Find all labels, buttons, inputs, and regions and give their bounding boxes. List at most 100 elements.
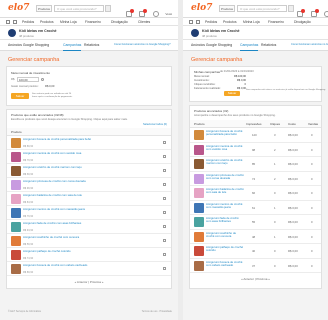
product-checkbox[interactable] — [163, 141, 166, 144]
product-title[interactable]: Amigurumi ursinho de crochê marrom com l… — [23, 165, 113, 169]
save-button[interactable]: Salvar — [224, 91, 240, 96]
product-checkbox[interactable] — [163, 183, 166, 186]
nav-divulgacao[interactable]: Divulgação — [294, 18, 311, 26]
nav-pedidos[interactable]: Pedidos — [205, 18, 217, 26]
table-row[interactable]: Amigurumi menina de crochê com vestido r… — [7, 150, 171, 164]
table-row[interactable]: Amigurumi menino de crochê com macacão j… — [7, 206, 171, 220]
product-thumbnail[interactable] — [11, 250, 21, 260]
tab-campanhas[interactable]: Campanhas — [240, 40, 259, 51]
save-button[interactable]: Salvar — [11, 93, 29, 99]
tab-campanhas[interactable]: Campanhas — [63, 40, 82, 51]
product-title[interactable]: Amigurumi princesa de crochê com coroa d… — [206, 173, 244, 181]
nav-pedidos[interactable]: Pedidos — [22, 18, 34, 26]
elo7-logo[interactable]: elo7 — [8, 3, 29, 13]
footer-right[interactable]: Termos de uso · Privacidade — [142, 310, 172, 313]
product-thumbnail[interactable] — [11, 264, 21, 274]
avatar[interactable] — [324, 10, 328, 17]
table-row[interactable]: Amigurumi menino de crochê com macacão j… — [190, 201, 321, 215]
product-checkbox[interactable] — [163, 253, 166, 256]
product-thumbnail[interactable] — [11, 138, 21, 148]
product-thumbnail[interactable] — [11, 166, 21, 176]
product-title[interactable]: Amigurumi boneca de crochê personalizada… — [206, 129, 244, 137]
product-thumbnail[interactable] — [194, 159, 204, 169]
nav-clientes[interactable]: Clientes — [138, 18, 150, 26]
product-thumbnail[interactable] — [11, 222, 21, 232]
product-thumbnail[interactable] — [194, 188, 204, 198]
product-thumbnail[interactable] — [11, 180, 21, 190]
product-title[interactable]: Amigurumi coelhinho de crochê com cenour… — [23, 235, 113, 239]
product-title[interactable]: Amigurumi bailarina de crochê com saia d… — [23, 193, 113, 197]
table-row[interactable]: Amigurumi princesa de crochê com coroa d… — [190, 172, 321, 186]
product-title[interactable]: Amigurumi menino de crochê com macacão j… — [23, 207, 113, 211]
product-checkbox[interactable] — [163, 239, 166, 242]
tab-google-shopping[interactable]: Anúncios Google Shopping — [8, 40, 49, 51]
table-row[interactable]: Amigurumi coelhinho de crochê com cenour… — [7, 234, 171, 248]
heart-icon[interactable] — [310, 8, 319, 17]
product-title[interactable]: Amigurumi menina de crochê com vestido r… — [206, 144, 244, 152]
nav-financeiro[interactable]: Financeiro — [268, 18, 284, 26]
col-sales[interactable]: Vendas — [308, 120, 318, 128]
heart-icon[interactable] — [139, 8, 148, 17]
table-row[interactable]: Amigurumi fada de crochê com asas brilha… — [7, 220, 171, 234]
search-input[interactable]: O que você está procurando? — [54, 5, 104, 12]
product-thumbnail[interactable] — [194, 260, 204, 271]
table-row[interactable]: Amigurumi menina de crochê com vestido r… — [190, 143, 321, 157]
table-row[interactable]: Amigurumi boneca de crochê com cabelo ca… — [7, 262, 171, 276]
tab-relatorios[interactable]: Relatórios — [84, 40, 99, 51]
pagination[interactable]: « Anterior | Próxima » — [190, 273, 321, 285]
product-thumbnail[interactable] — [194, 202, 204, 213]
product-thumbnail[interactable] — [194, 173, 204, 184]
table-row[interactable]: Amigurumi boneca de crochê com cabelo ca… — [190, 259, 321, 273]
nav-divulgacao[interactable]: Divulgação — [111, 18, 128, 26]
product-thumbnail[interactable] — [194, 130, 204, 140]
product-title[interactable]: Amigurumi coelhinho de crochê com cenour… — [206, 231, 244, 239]
help-link[interactable]: Como funcionam anúncios no Google Shoppi… — [291, 40, 328, 50]
search-input[interactable]: O que você está procurando? — [237, 5, 287, 12]
product-title[interactable]: Amigurumi princesa de crochê com coroa d… — [23, 179, 113, 183]
product-checkbox[interactable] — [163, 197, 166, 200]
tab-google-shopping[interactable]: Anúncios Google Shopping — [191, 40, 232, 51]
nav-minha-loja[interactable]: Minha Loja — [60, 18, 77, 26]
product-title[interactable]: Amigurumi menino de crochê com macacão j… — [206, 202, 244, 210]
select-all[interactable]: Selecionar todos (0) — [7, 121, 171, 128]
product-checkbox[interactable] — [163, 267, 166, 270]
product-title[interactable]: Amigurumi palhaço de crochê colorido — [206, 245, 244, 253]
product-title[interactable]: Amigurumi boneca de crochê personalizada… — [23, 137, 113, 141]
store-name[interactable]: Kidi Ideias em Crochê — [19, 29, 57, 33]
table-row[interactable]: Amigurumi ursinho de crochê marrom com l… — [7, 164, 171, 178]
product-checkbox[interactable] — [163, 211, 166, 214]
product-thumbnail[interactable] — [194, 231, 204, 242]
elo7-logo[interactable]: elo7 — [191, 3, 212, 13]
table-row[interactable]: Amigurumi ursinho de crochê marrom com l… — [190, 157, 321, 172]
product-title[interactable]: Amigurumi palhaço de crochê colorido — [23, 249, 113, 253]
table-row[interactable]: Amigurumi coelhinho de crochê com cenour… — [190, 230, 321, 244]
product-thumbnail[interactable] — [194, 246, 204, 256]
grid-icon[interactable] — [196, 20, 200, 24]
avatar[interactable] — [152, 10, 159, 17]
col-cost[interactable]: Custo — [288, 120, 296, 128]
table-row[interactable]: Amigurumi fada de crochê com asas brilha… — [190, 215, 321, 230]
product-title[interactable]: Amigurumi bailarina de crochê com saia d… — [206, 187, 244, 195]
pagination[interactable]: « Anterior | Próxima » — [7, 276, 171, 288]
table-row[interactable]: Amigurumi bailarina de crochê com saia d… — [7, 192, 171, 206]
search-scope-select[interactable]: Produtos — [36, 5, 52, 12]
product-thumbnail[interactable] — [11, 194, 21, 204]
search-button[interactable] — [288, 5, 294, 12]
product-title[interactable]: Amigurumi menina de crochê com vestido r… — [23, 151, 113, 155]
product-title[interactable]: Amigurumi boneca de crochê com cabelo ca… — [206, 260, 244, 268]
table-row[interactable]: Amigurumi bailarina de crochê com saia d… — [190, 186, 321, 201]
nav-produtos[interactable]: Produtos — [223, 18, 237, 26]
product-checkbox[interactable] — [163, 169, 166, 172]
store-name[interactable]: Kidi Ideias em Crochê — [202, 29, 240, 33]
product-checkbox[interactable] — [163, 155, 166, 158]
product-title[interactable]: Amigurumi boneca de crochê com cabelo ca… — [23, 263, 113, 267]
cart-icon[interactable] — [297, 8, 306, 17]
user-name[interactable]: Você — [165, 12, 172, 16]
search-scope-select[interactable]: Produtos — [219, 5, 235, 12]
product-title[interactable]: Amigurumi fada de crochê com asas brilha… — [206, 216, 244, 224]
table-row[interactable]: Amigurumi boneca de crochê personalizada… — [7, 136, 171, 150]
product-thumbnail[interactable] — [194, 217, 204, 227]
home-icon[interactable] — [189, 20, 193, 24]
nav-financeiro[interactable]: Financeiro — [85, 18, 101, 26]
col-impressions[interactable]: Impressões — [246, 120, 262, 128]
